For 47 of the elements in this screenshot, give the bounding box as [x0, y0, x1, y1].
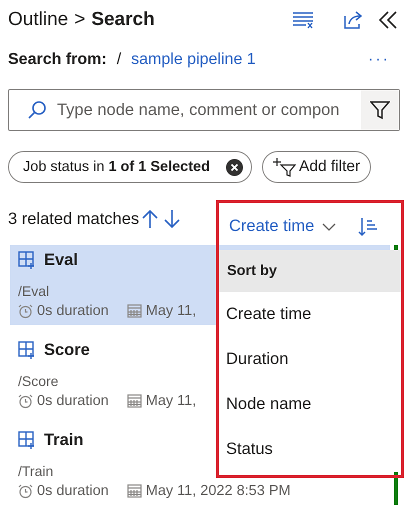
date-text: May 11, 2022 8:53 PM [146, 483, 291, 499]
remove-icon[interactable] [226, 158, 243, 176]
add-filter-icon [272, 157, 297, 177]
chevron-down-icon [322, 222, 336, 230]
filter-icon [370, 100, 390, 120]
filter-chip[interactable]: Job status in 1 of 1 Selected [8, 151, 252, 183]
alarm-clock-icon [18, 304, 33, 318]
path-separator: / [116, 51, 122, 69]
breadcrumb-link[interactable]: Outline [8, 9, 68, 31]
node-name: Train [44, 430, 84, 450]
node-path: /Score [18, 373, 58, 389]
share-icon [342, 10, 364, 30]
alarm-clock-icon [18, 484, 33, 498]
pipeline-link[interactable]: sample pipeline 1 [131, 51, 256, 69]
sort-order-icon [358, 216, 378, 236]
calendar-icon [126, 484, 142, 498]
node-path: /Train [18, 463, 54, 479]
filter-button[interactable] [361, 90, 399, 130]
grid-plus-icon [18, 341, 36, 359]
calendar-icon [126, 394, 142, 408]
clear-list-icon [292, 11, 314, 29]
node-path: /Eval [18, 283, 50, 299]
search-bar[interactable]: Type node name, comment or compon [8, 89, 400, 131]
match-count: 3 related matches [8, 210, 140, 228]
search-from-label: Search from: [8, 51, 107, 69]
arrow-up-icon [141, 209, 160, 229]
duration-text: 0s duration [37, 483, 109, 499]
node-name: Eval [44, 250, 78, 270]
more-button[interactable]: ··· [358, 51, 400, 69]
arrow-down-icon [163, 209, 182, 229]
grid-plus-icon [18, 251, 36, 269]
double-chevron-left-icon [378, 10, 398, 30]
grid-plus-icon [18, 431, 36, 449]
page-title: Search [91, 9, 155, 31]
duration-text: 0s duration [37, 303, 109, 319]
filter-chip-text: Job status in 1 of 1 Selected [23, 159, 210, 175]
date-text: May 11, [146, 303, 196, 319]
calendar-icon [126, 304, 142, 318]
search-icon [27, 100, 47, 120]
sort-dropdown[interactable]: Create time [225, 217, 340, 236]
breadcrumb-separator: > [74, 9, 86, 31]
duration-text: 0s duration [37, 393, 109, 409]
date-text: May 11, [146, 393, 196, 409]
node-name: Score [44, 340, 90, 360]
add-filter-button[interactable]: Add filter [262, 151, 372, 183]
alarm-clock-icon [18, 394, 33, 408]
menu-header: Sort by [219, 250, 401, 292]
